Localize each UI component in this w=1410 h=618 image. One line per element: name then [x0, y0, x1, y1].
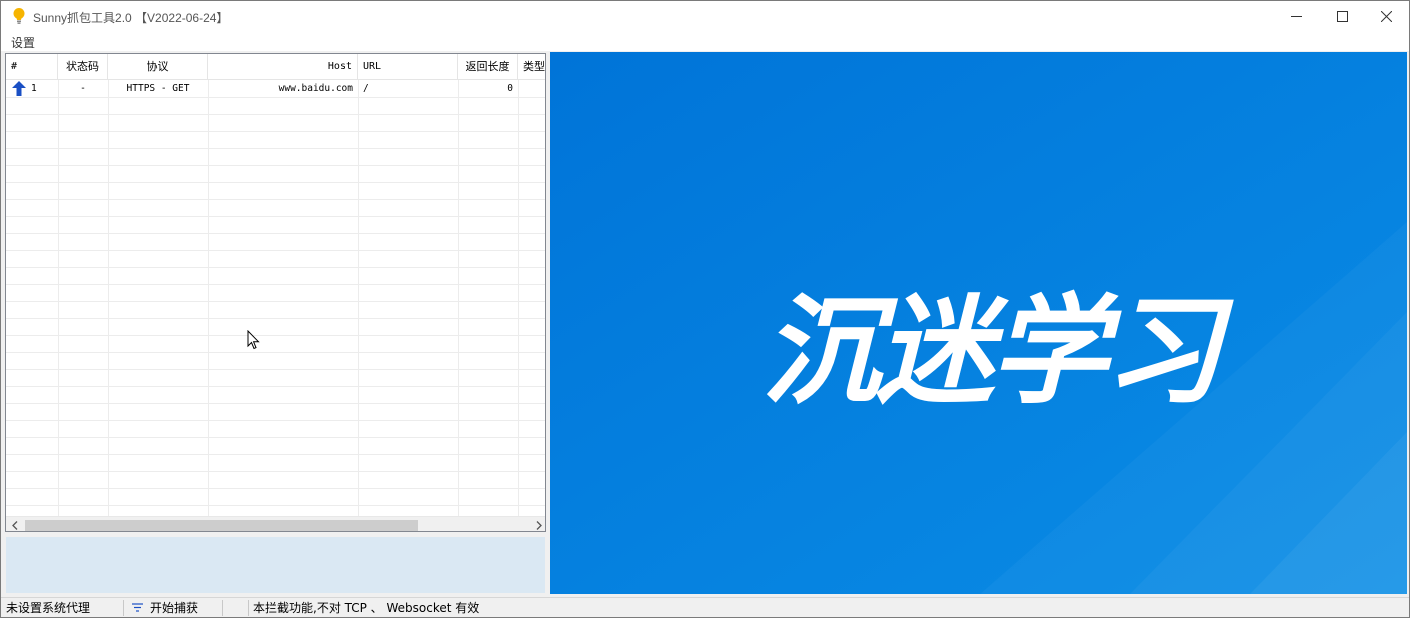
row-length: 0	[507, 83, 513, 94]
menu-bar: 设置	[1, 31, 1409, 51]
list-header: # 状态码 协议 Host URL 返回长度 类型	[6, 54, 545, 80]
grid-row-line	[6, 267, 545, 268]
grid-row-line	[6, 199, 545, 200]
grid-row-line	[6, 420, 545, 421]
close-icon	[1380, 10, 1392, 22]
close-button[interactable]	[1363, 1, 1409, 31]
start-capture-button[interactable]: 开始捕获	[150, 598, 198, 617]
grid-row-line	[6, 403, 545, 404]
grid-row-line	[6, 165, 545, 166]
grid-row-line	[6, 471, 545, 472]
minimize-icon	[1290, 15, 1302, 17]
table-row[interactable]: 1 - HTTPS - GET www.baidu.com / 0	[6, 80, 545, 97]
grid-row-line	[6, 488, 545, 489]
mouse-cursor-icon	[247, 330, 260, 350]
column-header-url[interactable]: URL	[358, 54, 458, 80]
status-divider	[222, 600, 223, 616]
column-header-protocol[interactable]: 协议	[108, 54, 208, 80]
grid-column-line	[58, 80, 59, 516]
grid-row-line	[6, 148, 545, 149]
grid-column-line	[208, 80, 209, 516]
maximize-icon	[1336, 10, 1348, 22]
row-url: /	[363, 83, 369, 94]
preview-graphic: 沉迷学习	[550, 52, 1407, 594]
grid-row-line	[6, 216, 545, 217]
chevron-left-icon	[11, 521, 17, 530]
grid-row-line	[6, 318, 545, 319]
scroll-left-button[interactable]	[6, 517, 23, 531]
grid-row-line	[6, 284, 545, 285]
grid-column-line	[458, 80, 459, 516]
window-title: Sunny抓包工具2.0 【V2022-06-24】	[33, 11, 229, 25]
chevron-right-icon	[536, 521, 542, 530]
row-status: -	[80, 83, 86, 94]
status-divider	[248, 600, 249, 616]
grid-column-line	[108, 80, 109, 516]
grid-row-line	[6, 97, 545, 98]
app-window: Sunny抓包工具2.0 【V2022-06-24】 设置 # 状态码 协议 H…	[0, 0, 1410, 618]
grid-row-line	[6, 182, 545, 183]
status-divider	[123, 600, 124, 616]
upload-arrow-icon	[12, 81, 26, 96]
proxy-status: 未设置系统代理	[6, 601, 91, 615]
filter-icon	[132, 603, 143, 612]
maximize-button[interactable]	[1319, 1, 1365, 31]
grid-row-line	[6, 454, 545, 455]
row-number: 1	[31, 83, 37, 94]
scroll-thumb[interactable]	[25, 520, 418, 531]
menu-settings[interactable]: 设置	[11, 34, 35, 51]
request-list[interactable]: # 状态码 协议 Host URL 返回长度 类型 1 - HTTPS - GE…	[5, 53, 546, 532]
minimize-button[interactable]	[1273, 1, 1319, 31]
grid-column-line	[518, 80, 519, 516]
grid-row-line	[6, 131, 545, 132]
status-bar: 未设置系统代理 开始捕获 本拦截功能,不对 TCP 、 Websocket 有效	[1, 597, 1409, 617]
column-header-type[interactable]: 类型	[518, 54, 545, 80]
row-protocol: HTTPS - GET	[126, 83, 190, 94]
list-grid: 1 - HTTPS - GET www.baidu.com / 0	[6, 80, 545, 516]
scroll-right-button[interactable]	[530, 517, 545, 531]
grid-row-line	[6, 250, 545, 251]
horizontal-scrollbar[interactable]	[6, 516, 545, 531]
column-header-length[interactable]: 返回长度	[458, 54, 518, 80]
row-type	[518, 80, 545, 97]
grid-row-line	[6, 301, 545, 302]
grid-row-line	[6, 114, 545, 115]
title-bar[interactable]: Sunny抓包工具2.0 【V2022-06-24】	[1, 1, 1409, 31]
calligraphy-text: 沉迷学习	[762, 281, 1234, 420]
grid-row-line	[6, 335, 545, 336]
grid-row-line	[6, 505, 545, 506]
grid-column-line	[358, 80, 359, 516]
column-header-number[interactable]: #	[6, 54, 58, 80]
column-header-host[interactable]: Host	[208, 54, 358, 80]
grid-row-line	[6, 386, 545, 387]
lightbulb-icon	[13, 8, 25, 24]
grid-row-line	[6, 437, 545, 438]
grid-row-line	[6, 352, 545, 353]
detail-panel[interactable]	[6, 537, 545, 593]
grid-row-line	[6, 233, 545, 234]
column-header-status[interactable]: 状态码	[58, 54, 108, 80]
preview-image: 沉迷学习	[550, 52, 1407, 594]
grid-row-line	[6, 369, 545, 370]
row-host: www.baidu.com	[278, 83, 353, 94]
intercept-notice: 本拦截功能,不对 TCP 、 Websocket 有效	[253, 601, 480, 615]
